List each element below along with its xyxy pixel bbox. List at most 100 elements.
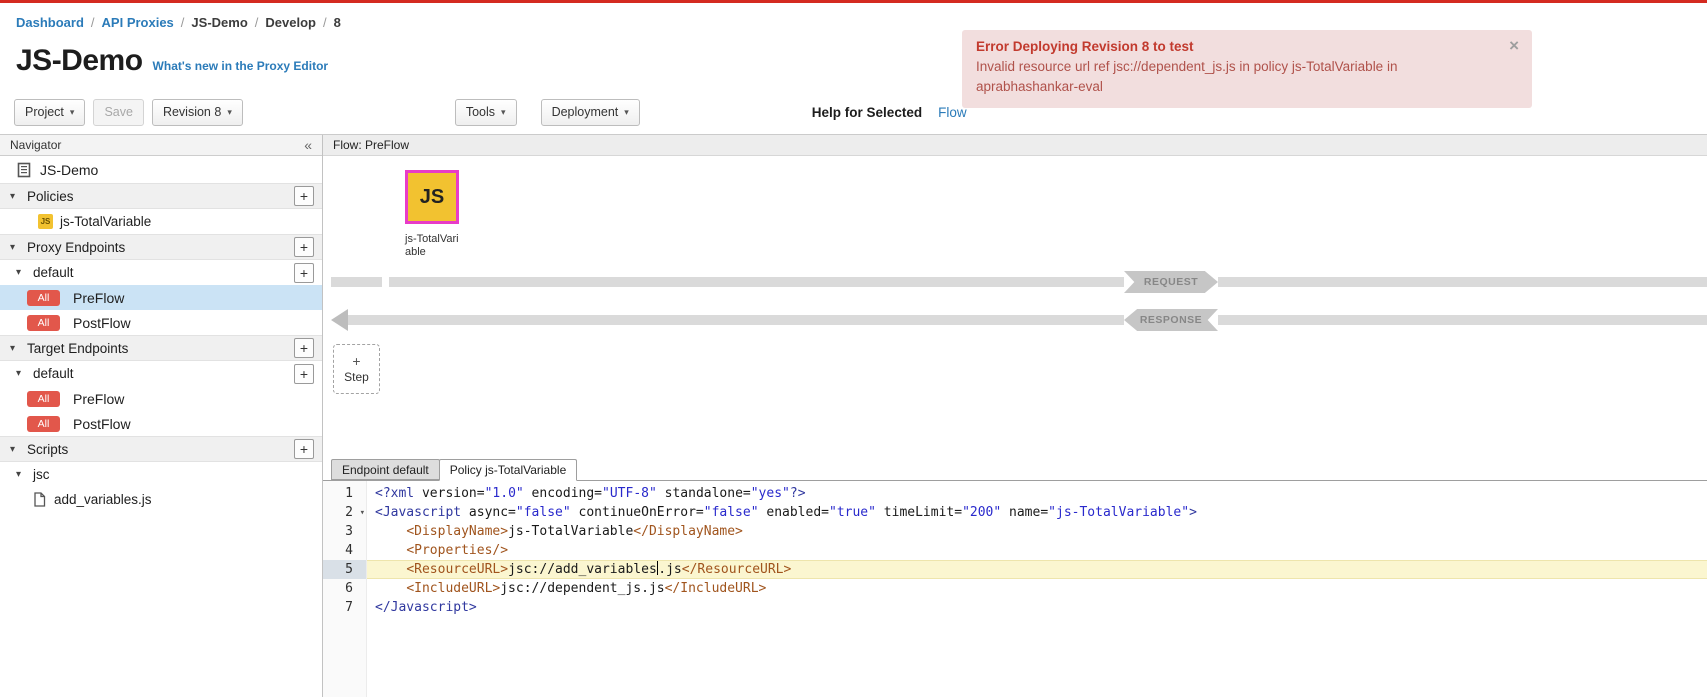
breadcrumb-link-api-proxies[interactable]: API Proxies [102,15,174,30]
sidebar-item-proxy-preflow[interactable]: All PreFlow [0,285,322,310]
code-token: > [1189,505,1197,520]
whats-new-link[interactable]: What's new in the Proxy Editor [153,59,329,73]
revision-menu-button[interactable]: Revision 8▾ [152,99,243,126]
collapse-sidebar-button[interactable]: « [304,137,312,153]
gutter-line-number[interactable]: 6 [323,579,366,598]
code-line[interactable]: <Javascript async="false" continueOnErro… [367,503,1707,522]
caret-down-icon: ▾ [10,444,20,455]
project-menu-button[interactable]: Project▾ [14,99,85,126]
breadcrumb-item-revision: 8 [334,15,341,30]
caret-down-icon: ▾ [16,267,26,278]
sidebar-item-proxy-postflow[interactable]: All PostFlow [0,310,322,335]
code-token: </IncludeURL> [665,581,767,596]
code-token: encoding= [524,486,602,501]
breadcrumb-link-dashboard[interactable]: Dashboard [16,15,84,30]
gutter-line-number[interactable]: 5 [323,560,366,579]
code-token: ?> [790,486,806,501]
sidebar-item-policy-js-totalvariable[interactable]: JS js-TotalVariable [0,209,322,234]
caret-down-icon: ▾ [16,368,26,379]
request-arrow-badge: REQUEST [1124,271,1218,293]
code-token: async= [461,505,516,520]
sidebar-item-target-postflow[interactable]: All PostFlow [0,411,322,436]
code-line[interactable]: <Properties/> [367,541,1707,560]
caret-down-icon: ▾ [10,343,20,354]
tab-endpoint-default[interactable]: Endpoint default [331,459,440,480]
js-node-icon: JS [420,186,444,209]
sidebar-item-proxy-root[interactable]: JS-Demo [0,156,322,183]
sidebar-item-add-variables-js[interactable]: add_variables.js [0,487,322,512]
fold-caret-icon[interactable]: ▾ [360,504,365,523]
section-policies-label: Policies [27,189,287,204]
proxy-postflow-label: PostFlow [73,315,131,331]
gutter-line-number[interactable]: 7 [323,598,366,617]
gutter-line-number[interactable]: 4 [323,541,366,560]
sidebar-item-proxy-endpoint-default[interactable]: ▾ default + [0,260,322,285]
breadcrumb-separator: / [181,15,185,30]
script-file-label: add_variables.js [54,492,152,507]
add-policy-button[interactable]: + [294,186,314,206]
chevron-down-icon: ▾ [227,107,232,118]
code-panel: Endpoint default Policy js-TotalVariable… [323,459,1707,697]
code-token [375,581,406,596]
plus-icon: + [352,354,360,368]
js-policy-icon: JS [38,214,53,229]
code-token [375,543,406,558]
navigator-sidebar: Navigator « JS-Demo ▾ Policies + JS js-T… [0,135,323,697]
code-line[interactable]: <?xml version="1.0" encoding="UTF-8" sta… [367,484,1707,503]
save-button[interactable]: Save [93,99,144,126]
code-token: "js-TotalVariable" [1048,505,1189,520]
section-proxy-endpoints[interactable]: ▾ Proxy Endpoints + [0,234,322,260]
code-token: name= [1001,505,1048,520]
policy-node-js[interactable]: JS [405,170,459,224]
code-token: <?xml [375,486,414,501]
proxy-root-label: JS-Demo [40,162,98,178]
all-badge: All [27,416,60,432]
section-scripts-label: Scripts [27,442,287,457]
code-token: "yes" [751,486,790,501]
add-proxy-endpoint-button[interactable]: + [294,237,314,257]
code-lines[interactable]: <?xml version="1.0" encoding="UTF-8" sta… [367,481,1707,697]
gutter-line-number[interactable]: 1 [323,484,366,503]
gutter-line-number[interactable]: 3 [323,522,366,541]
code-token: jsc://dependent_js.js [500,581,664,596]
flow-header-label: Flow: PreFlow [333,138,409,152]
close-icon[interactable]: × [1509,36,1519,56]
section-target-endpoints[interactable]: ▾ Target Endpoints + [0,335,322,361]
add-target-flow-button[interactable]: + [294,364,314,384]
code-token: enabled= [759,505,829,520]
section-scripts[interactable]: ▾ Scripts + [0,436,322,462]
error-banner-title: Error Deploying Revision 8 to test [976,39,1492,54]
code-line[interactable]: </Javascript> [367,598,1707,617]
code-gutter: 12▾34567 [323,481,367,697]
code-token: timeLimit= [876,505,962,520]
sidebar-item-target-preflow[interactable]: All PreFlow [0,386,322,411]
section-policies[interactable]: ▾ Policies + [0,183,322,209]
caret-down-icon: ▾ [10,191,20,202]
flow-diagram: JS js-TotalVariable REQUEST RESPONSE + S… [323,156,1707,459]
code-line[interactable]: <DisplayName>js-TotalVariable</DisplayNa… [367,522,1707,541]
code-line[interactable]: <ResourceURL>jsc://add_variables.js</Res… [367,560,1707,579]
sidebar-item-jsc-folder[interactable]: ▾ jsc [0,462,322,487]
request-lane-segment [331,277,382,287]
code-editor[interactable]: 12▾34567 <?xml version="1.0" encoding="U… [323,481,1707,697]
save-label: Save [104,105,133,119]
add-target-endpoint-button[interactable]: + [294,338,314,358]
code-token: <IncludeURL> [406,581,500,596]
breadcrumb-separator: / [323,15,327,30]
request-lane-segment [1218,277,1707,287]
tab-policy-js-totalvariable[interactable]: Policy js-TotalVariable [439,459,578,481]
deployment-menu-button[interactable]: Deployment▾ [541,99,640,126]
add-script-button[interactable]: + [294,439,314,459]
code-token: <Properties/> [406,543,508,558]
code-token: "false" [516,505,571,520]
gutter-line-number[interactable]: 2▾ [323,503,366,522]
sidebar-item-target-endpoint-default[interactable]: ▾ default + [0,361,322,386]
code-token: "200" [962,505,1001,520]
code-line[interactable]: <IncludeURL>jsc://dependent_js.js</Inclu… [367,579,1707,598]
add-proxy-flow-button[interactable]: + [294,263,314,283]
tools-menu-button[interactable]: Tools▾ [455,99,517,126]
add-step-button[interactable]: + Step [333,344,380,394]
project-menu-label: Project [25,105,64,119]
navigator-title: Navigator [10,138,304,152]
editor-tabbar: Endpoint default Policy js-TotalVariable [323,459,1707,481]
